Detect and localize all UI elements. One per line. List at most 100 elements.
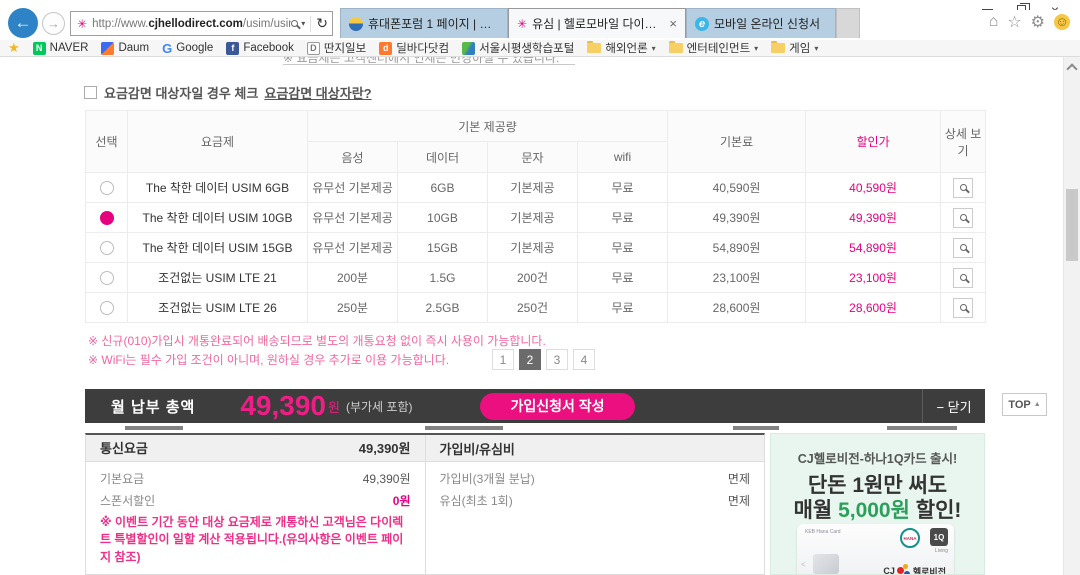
- scroll-top-button[interactable]: TOP ▲: [1002, 393, 1047, 416]
- detail-view-button[interactable]: [953, 238, 973, 258]
- url-text[interactable]: http://www.cjhellodirect.com/usim/usimVi…: [92, 18, 291, 30]
- bookmark-folder-foreign-press[interactable]: 해외언론▾: [587, 40, 655, 56]
- data-value: 6GB: [398, 173, 488, 203]
- wifi-value: 무료: [578, 233, 668, 263]
- table-notes: ※ 신규(010)가입시 개통완료되어 배송되므로 별도의 개통요청 없이 즉시…: [88, 332, 546, 369]
- bookmarks-bar: ★ NNAVER Daum GGoogle fFacebook D딴지일보 d딜…: [0, 40, 1080, 57]
- tab-usim-active[interactable]: ✳ 유심 | 헬로모바일 다이렉트 ×: [508, 8, 686, 38]
- google-icon: G: [162, 41, 172, 56]
- tab-label: 모바일 온라인 신청서: [714, 15, 820, 32]
- col-detail: 상세 보기: [941, 111, 986, 173]
- magnifier-icon: [960, 214, 967, 221]
- voice-value: 200분: [308, 263, 398, 293]
- naver-icon: N: [33, 42, 46, 55]
- monthly-total-label: 월 납부 총액: [111, 396, 195, 417]
- search-icon[interactable]: [291, 20, 298, 27]
- page-button-4[interactable]: 4: [573, 349, 595, 370]
- col-sms: 문자: [488, 142, 578, 173]
- wifi-value: 무료: [578, 263, 668, 293]
- scrollbar-up-icon[interactable]: [1066, 63, 1077, 74]
- telecom-fee-panel: 통신요금 49,390원 기본요금 49,390원 스폰서할인 0원 ※ 이벤트…: [86, 435, 425, 574]
- hana-card-ad-banner[interactable]: CJ헬로비전-하나1Q카드 출시! 단돈 1원만 써도 매월 5,000원 할인…: [770, 433, 985, 575]
- discount-value: 40,590원: [806, 173, 941, 203]
- bookmark-ddanzi[interactable]: D딴지일보: [307, 40, 366, 56]
- ddanzi-icon: D: [307, 42, 320, 55]
- voice-value: 유무선 기본제공: [308, 203, 398, 233]
- favorites-star-icon[interactable]: ☆: [1007, 12, 1021, 32]
- discount-checkbox[interactable]: [84, 86, 97, 99]
- hana-logo-icon: HANA: [900, 528, 920, 548]
- card-brand-text: KEB Hana Card: [805, 529, 841, 535]
- note-line: ※ WiFi는 필수 가입 조건이 아니며, 원하실 경우 추가로 이용 가능합…: [88, 351, 546, 370]
- bookmark-daum[interactable]: Daum: [101, 42, 149, 55]
- back-button[interactable]: ←: [8, 8, 38, 38]
- page-button-1[interactable]: 1: [492, 349, 514, 370]
- new-tab-button[interactable]: [836, 8, 860, 38]
- plan-name: 조건없는 USIM LTE 21: [128, 263, 308, 293]
- detail-view-button[interactable]: [953, 298, 973, 318]
- plan-name: The 착한 데이터 USIM 6GB: [128, 173, 308, 203]
- data-value: 1.5G: [398, 263, 488, 293]
- divider: [310, 16, 311, 32]
- plan-radio[interactable]: [100, 241, 114, 255]
- page-button-2-active[interactable]: 2: [519, 349, 541, 370]
- base-fee-value: 28,600원: [668, 293, 806, 323]
- col-data: 데이터: [398, 142, 488, 173]
- detail-view-button[interactable]: [953, 178, 973, 198]
- bookmark-folder-games[interactable]: 게임▾: [771, 40, 818, 56]
- bookmark-google[interactable]: GGoogle: [162, 41, 213, 56]
- chevron-down-icon: ▾: [814, 44, 818, 53]
- browser-window: × ← → ✳ http://www.cjhellodirect.com/usi…: [0, 0, 1080, 575]
- gear-icon[interactable]: ⚙: [1031, 12, 1045, 32]
- folder-icon: [771, 43, 785, 53]
- wifi-value: 무료: [578, 293, 668, 323]
- won-suffix: 원: [328, 397, 340, 416]
- forward-button[interactable]: →: [42, 12, 65, 35]
- pagination: 1 2 3 4: [492, 349, 595, 370]
- close-bar-button[interactable]: − 닫기: [923, 397, 985, 416]
- plan-table: 선택 요금제 기본 제공량 기본료 할인가 상세 보기 음성 데이터 문자 wi…: [85, 110, 986, 323]
- col-plan: 요금제: [128, 111, 308, 173]
- magnifier-icon: [960, 184, 967, 191]
- bookmark-naver[interactable]: NNAVER: [33, 42, 89, 55]
- bookmark-seoul-learning[interactable]: 서울시평생학습포털: [462, 40, 574, 56]
- detail-view-button[interactable]: [953, 208, 973, 228]
- vertical-scrollbar[interactable]: [1063, 57, 1080, 575]
- tab-close-icon[interactable]: ×: [669, 16, 677, 31]
- bookmark-star-icon[interactable]: ★: [8, 40, 20, 56]
- wifi-value: 무료: [578, 173, 668, 203]
- plan-radio[interactable]: [100, 301, 114, 315]
- credit-card-image: KEB Hana Card HANA 1Q Living < CJ 헬로비전: [797, 524, 954, 575]
- chevron-down-icon[interactable]: ▾: [301, 19, 305, 28]
- scrollbar-thumb[interactable]: [1066, 189, 1078, 261]
- cj-hellovision-logo: CJ 헬로비전: [883, 564, 946, 575]
- tab-application[interactable]: e 모바일 온라인 신청서: [686, 8, 836, 38]
- seoul-portal-icon: [462, 42, 475, 55]
- plan-radio[interactable]: [100, 181, 114, 195]
- plan-name: The 착한 데이터 USIM 15GB: [128, 233, 308, 263]
- col-select: 선택: [86, 111, 128, 173]
- refresh-icon[interactable]: ↻: [316, 15, 328, 32]
- cjhello-favicon-icon: ✳: [517, 17, 527, 31]
- tab-forum[interactable]: 휴대폰포럼 1 페이지 | 딜바다...: [340, 8, 508, 38]
- bookmark-dealbada[interactable]: d딜바다닷컴: [379, 40, 449, 56]
- discount-eligibility-link[interactable]: 요금감면 대상자란?: [264, 83, 371, 102]
- address-bar[interactable]: ✳ http://www.cjhellodirect.com/usim/usim…: [70, 11, 333, 36]
- bookmark-facebook[interactable]: fFacebook: [226, 42, 294, 55]
- plan-radio[interactable]: [100, 271, 114, 285]
- detail-view-button[interactable]: [953, 268, 973, 288]
- page-button-3[interactable]: 3: [546, 349, 568, 370]
- home-icon[interactable]: ⌂: [989, 13, 999, 31]
- page-content: ※ 요금제는 고객센터에서 언제든 변경하실 수 있습니다. 요금감면 대상자일…: [0, 57, 1080, 575]
- dealbada-icon: d: [379, 42, 392, 55]
- cj-dots-icon: [897, 564, 911, 575]
- plan-radio-selected[interactable]: [100, 211, 114, 225]
- fee-row: 기본요금 49,390원: [100, 470, 411, 487]
- navigation-bar: ← → ✳ http://www.cjhellodirect.com/usim/…: [0, 10, 1080, 40]
- sms-value: 기본제공: [488, 233, 578, 263]
- apply-button[interactable]: 가입신청서 작성: [480, 393, 634, 420]
- clipped-row: [85, 423, 985, 433]
- site-favicon: ✳: [77, 17, 87, 31]
- feedback-smiley-icon[interactable]: ☺: [1054, 14, 1070, 30]
- bookmark-folder-entertainment[interactable]: 엔터테인먼트▾: [669, 40, 759, 56]
